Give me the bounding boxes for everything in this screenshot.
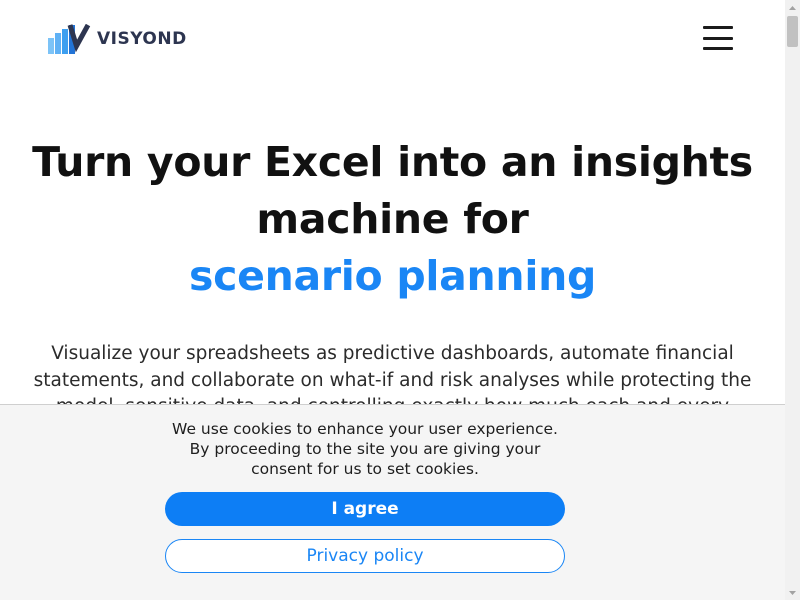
cookie-message: We use cookies to enhance your user expe…	[172, 420, 558, 478]
hero-title-text: Turn your Excel into an insights machine…	[32, 138, 753, 243]
visyond-logo-icon	[48, 24, 91, 54]
scroll-down-arrow-icon[interactable]	[785, 585, 800, 600]
scroll-thumb[interactable]	[787, 16, 798, 47]
hero-title-accent: scenario planning	[188, 252, 597, 300]
privacy-policy-button[interactable]: Privacy policy	[165, 539, 565, 573]
hero-title: Turn your Excel into an insights machine…	[20, 134, 765, 305]
menu-bar	[703, 47, 733, 50]
hamburger-menu-icon[interactable]	[700, 23, 736, 53]
scroll-up-arrow-icon[interactable]	[785, 0, 800, 15]
page-scrollbar[interactable]	[785, 0, 800, 600]
site-header: VISYOND	[0, 0, 785, 78]
page: VISYOND Turn your Excel into an insights…	[0, 0, 785, 600]
cookie-banner: We use cookies to enhance your user expe…	[0, 404, 785, 600]
brand-name: VISYOND	[97, 29, 187, 49]
menu-bar	[703, 36, 733, 40]
menu-bar	[703, 26, 733, 29]
agree-button[interactable]: I agree	[165, 492, 565, 526]
brand-logo[interactable]: VISYOND	[48, 24, 187, 54]
